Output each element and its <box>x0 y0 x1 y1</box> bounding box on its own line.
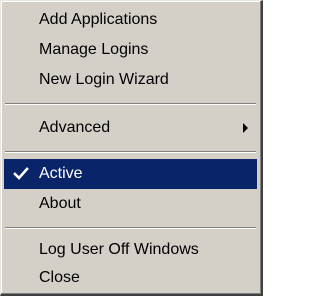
menu-item-label: Manage Logins <box>39 41 149 58</box>
menu-item-label: Active <box>39 165 83 182</box>
menu-separator <box>5 103 256 105</box>
menu-item-label: Add Applications <box>39 11 158 28</box>
menu-item-label: Advanced <box>39 119 111 136</box>
menu-item-label: Log User Off Windows <box>39 241 199 258</box>
menu-item-log-user-off-windows[interactable]: Log User Off Windows <box>4 235 257 265</box>
menu-item-label: Close <box>39 269 80 286</box>
menu-item-add-applications[interactable]: Add Applications <box>4 5 257 35</box>
menu-separator <box>5 151 256 153</box>
menu-item-close[interactable]: Close <box>4 263 257 293</box>
checkmark-icon <box>13 167 29 180</box>
menu-item-advanced[interactable]: Advanced <box>4 113 257 143</box>
menu-item-label: New Login Wizard <box>39 71 169 88</box>
context-menu: Add Applications Manage Logins New Login… <box>0 0 263 296</box>
menu-item-manage-logins[interactable]: Manage Logins <box>4 35 257 65</box>
menu-item-label: About <box>39 195 81 212</box>
menu-item-active[interactable]: Active <box>4 159 257 189</box>
submenu-arrow-icon <box>243 123 248 133</box>
menu-separator <box>5 227 256 229</box>
menu-item-about[interactable]: About <box>4 189 257 219</box>
menu-item-new-login-wizard[interactable]: New Login Wizard <box>4 65 257 95</box>
